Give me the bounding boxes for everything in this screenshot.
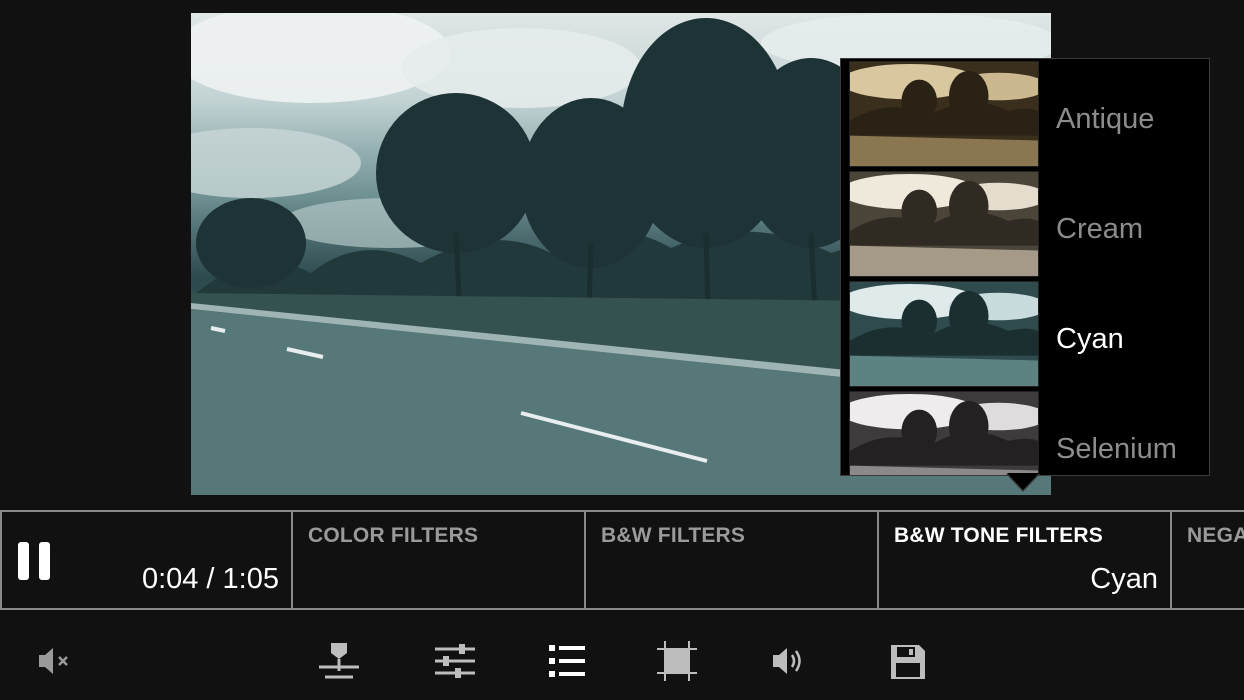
playback-time: 0:04 / 1:05 [141,563,279,595]
category-bw-filters[interactable]: B&W FILTERS [586,512,879,608]
adjust-button[interactable] [430,636,480,686]
volume-button[interactable] [764,636,814,686]
mute-button[interactable] [30,636,80,686]
filter-option-antique[interactable]: Antique [841,59,1209,169]
category-value: Cyan [1090,563,1158,595]
category-title: B&W TONE FILTERS [894,524,1103,547]
filter-option-selenium[interactable]: Selenium [841,389,1209,475]
split-icon [319,643,359,679]
crop-button[interactable] [652,636,702,686]
category-negative[interactable]: NEGATIVE [1172,512,1244,608]
bottom-toolbar [0,620,1244,700]
filter-thumbnail [849,281,1039,387]
filter-option-label: Selenium [1056,433,1177,465]
filter-option-cyan[interactable]: Cyan [841,279,1209,389]
category-title: B&W FILTERS [601,524,746,547]
filter-option-label: Cream [1056,213,1144,245]
split-button[interactable] [314,636,364,686]
filter-option-cream[interactable]: Cream [841,169,1209,279]
list-button[interactable] [542,636,592,686]
save-button[interactable] [882,636,932,686]
filter-popup: Antique Cream Cyan Selenium [840,58,1210,476]
category-title: COLOR FILTERS [308,524,479,547]
filter-thumbnail [849,391,1039,475]
save-icon [891,645,925,679]
category-bw-tone-filters[interactable]: B&W TONE FILTERS Cyan [879,512,1172,608]
filter-category-strip: 0:04 / 1:05 COLOR FILTERS B&W FILTERS B&… [0,510,1244,610]
filter-option-label: Antique [1056,103,1155,135]
crop-icon [657,641,697,681]
category-title: NEGATIVE [1187,524,1244,547]
pause-icon [18,542,29,580]
list-icon [549,645,585,677]
adjust-icon [435,644,475,678]
popup-pointer [1006,473,1040,492]
mute-icon [39,648,68,674]
filter-thumbnail [849,171,1039,277]
filter-thumbnail [849,61,1039,167]
pause-button[interactable] [18,542,52,580]
playback-cell: 0:04 / 1:05 [0,512,293,608]
filter-option-label: Cyan [1056,323,1124,355]
category-color-filters[interactable]: COLOR FILTERS [293,512,586,608]
volume-icon [773,648,801,674]
